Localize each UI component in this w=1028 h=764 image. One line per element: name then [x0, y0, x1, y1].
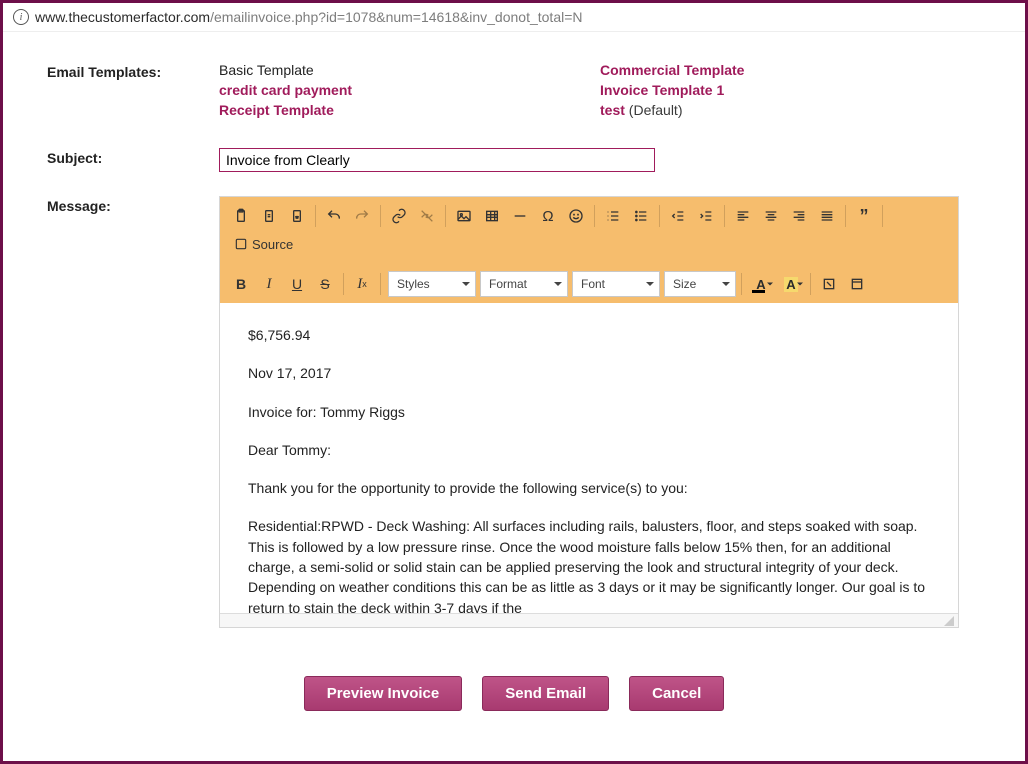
editor-body[interactable]: $6,756.94 Nov 17, 2017 Invoice for: Tomm…	[220, 303, 958, 613]
template-receipt[interactable]: Receipt Template	[219, 102, 600, 118]
label-message: Message:	[47, 196, 219, 628]
rich-text-editor: Ω ”	[219, 196, 959, 628]
font-dropdown[interactable]: Font	[572, 271, 660, 297]
align-justify-icon[interactable]	[814, 203, 840, 229]
template-basic[interactable]: Basic Template	[219, 62, 600, 78]
subject-input[interactable]	[219, 148, 655, 172]
special-char-icon[interactable]: Ω	[535, 203, 561, 229]
paste-icon[interactable]	[228, 203, 254, 229]
label-email-templates: Email Templates:	[47, 62, 219, 118]
body-text: Residential:RPWD - Deck Washing: All sur…	[248, 516, 930, 613]
url-path: /emailinvoice.php?id=1078&num=14618&inv_…	[210, 9, 582, 25]
strike-icon[interactable]: S	[312, 271, 338, 297]
invoice-amount: $6,756.94	[248, 325, 930, 345]
remove-format-icon[interactable]: Ix	[349, 271, 375, 297]
emoji-icon[interactable]	[563, 203, 589, 229]
format-dropdown[interactable]: Format	[480, 271, 568, 297]
underline-icon[interactable]: U	[284, 271, 310, 297]
template-test[interactable]: test (Default)	[600, 102, 981, 118]
salutation: Dear Tommy:	[248, 440, 930, 460]
hr-icon[interactable]	[507, 203, 533, 229]
template-commercial[interactable]: Commercial Template	[600, 62, 981, 78]
align-left-icon[interactable]	[730, 203, 756, 229]
text-color-icon[interactable]: A	[747, 271, 775, 297]
numbered-list-icon[interactable]	[600, 203, 626, 229]
send-email-button[interactable]: Send Email	[482, 676, 609, 711]
bulleted-list-icon[interactable]	[628, 203, 654, 229]
template-credit-card[interactable]: credit card payment	[219, 82, 600, 98]
template-invoice1[interactable]: Invoice Template 1	[600, 82, 981, 98]
bold-icon[interactable]: B	[228, 271, 254, 297]
cancel-button[interactable]: Cancel	[629, 676, 724, 711]
link-icon[interactable]	[386, 203, 412, 229]
align-center-icon[interactable]	[758, 203, 784, 229]
blockquote-icon[interactable]: ”	[851, 203, 877, 229]
source-button[interactable]: Source	[228, 231, 299, 257]
intro-line: Thank you for the opportunity to provide…	[248, 478, 930, 498]
redo-icon[interactable]	[349, 203, 375, 229]
unlink-icon[interactable]	[414, 203, 440, 229]
url-bar: i www.thecustomerfactor.com/emailinvoice…	[3, 3, 1025, 32]
table-icon[interactable]	[479, 203, 505, 229]
invoice-for: Invoice for: Tommy Riggs	[248, 402, 930, 422]
url-base: www.thecustomerfactor.com	[35, 9, 210, 25]
invoice-date: Nov 17, 2017	[248, 363, 930, 383]
paste-word-icon[interactable]	[284, 203, 310, 229]
italic-icon[interactable]: I	[256, 271, 282, 297]
show-blocks-icon[interactable]	[844, 271, 870, 297]
bg-color-icon[interactable]: A	[777, 271, 805, 297]
maximize-icon[interactable]	[816, 271, 842, 297]
align-right-icon[interactable]	[786, 203, 812, 229]
image-icon[interactable]	[451, 203, 477, 229]
resize-grip[interactable]	[220, 613, 958, 627]
styles-dropdown[interactable]: Styles	[388, 271, 476, 297]
indent-icon[interactable]	[693, 203, 719, 229]
info-icon: i	[13, 9, 29, 25]
label-subject: Subject:	[47, 148, 219, 172]
size-dropdown[interactable]: Size	[664, 271, 736, 297]
outdent-icon[interactable]	[665, 203, 691, 229]
preview-invoice-button[interactable]: Preview Invoice	[304, 676, 463, 711]
paste-text-icon[interactable]	[256, 203, 282, 229]
undo-icon[interactable]	[321, 203, 347, 229]
editor-toolbar: Ω ”	[220, 197, 958, 303]
